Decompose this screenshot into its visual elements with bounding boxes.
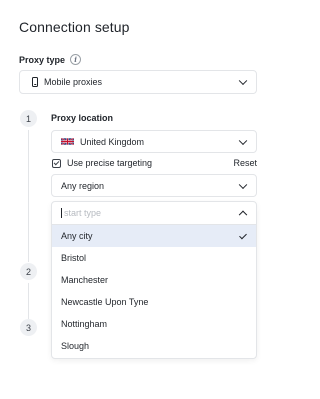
proxy-location-label: Proxy location [51, 113, 114, 123]
proxy-type-label-row: Proxy type i [19, 54, 82, 65]
phone-icon [32, 77, 38, 87]
chevron-down-icon [238, 180, 248, 189]
region-value: Any region [61, 180, 105, 191]
step-connector [28, 130, 29, 262]
chevron-up-icon[interactable] [238, 210, 248, 220]
page-title: Connection setup [19, 19, 130, 35]
city-option-newcastle-upon-tyne[interactable]: Newcastle Upon Tyne [52, 291, 256, 313]
city-option-label: Slough [61, 341, 90, 351]
step-1-badge: 1 [20, 110, 37, 127]
city-option-label: Manchester [61, 275, 109, 285]
chevron-down-icon [238, 76, 248, 86]
proxy-type-label: Proxy type [19, 54, 66, 65]
region-select[interactable]: Any region [51, 174, 257, 197]
city-search-row [52, 202, 256, 225]
city-option-label: Any city [61, 231, 93, 241]
city-option-label: Bristol [61, 253, 87, 263]
country-select[interactable]: United Kingdom [51, 130, 257, 153]
precise-targeting-row: Use precise targeting Reset [52, 157, 257, 169]
uk-flag-icon [61, 138, 74, 145]
step-2-badge: 2 [20, 263, 37, 280]
city-option-manchester[interactable]: Manchester [52, 269, 256, 291]
city-option-any-city[interactable]: Any city [52, 225, 256, 247]
country-value: United Kingdom [80, 136, 145, 147]
text-cursor [61, 208, 62, 218]
step-3-badge: 3 [20, 319, 37, 336]
proxy-type-value: Mobile proxies [44, 77, 103, 87]
city-search-input[interactable] [64, 208, 214, 218]
chevron-down-icon [238, 136, 248, 145]
step-connector [28, 283, 29, 319]
reset-button[interactable]: Reset [233, 158, 257, 168]
proxy-type-select[interactable]: Mobile proxies [19, 70, 257, 94]
city-option-label: Nottingham [61, 319, 108, 329]
check-icon [239, 231, 247, 240]
precise-targeting-label: Use precise targeting [67, 158, 153, 168]
city-option-label: Newcastle Upon Tyne [61, 297, 149, 307]
city-option-nottingham[interactable]: Nottingham [52, 313, 256, 335]
city-option-bristol[interactable]: Bristol [52, 247, 256, 269]
info-icon[interactable]: i [70, 54, 82, 65]
precise-targeting-checkbox[interactable] [52, 158, 61, 168]
city-dropdown: Any city Bristol Manchester Newcastle Up… [51, 201, 257, 359]
city-option-slough[interactable]: Slough [52, 335, 256, 357]
